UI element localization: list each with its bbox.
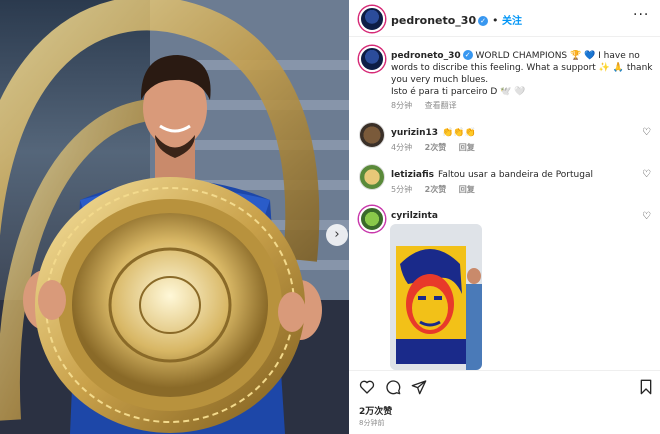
caption-username[interactable]: pedroneto_30 xyxy=(391,51,461,61)
reply-button[interactable]: 回复 xyxy=(459,185,475,194)
comment-username[interactable]: yurizin13 xyxy=(391,128,438,138)
post-caption: pedroneto_30 ✓ WORLD CHAMPIONS 🏆 💙 I have… xyxy=(391,50,653,98)
bookmark-icon[interactable] xyxy=(639,379,653,395)
verified-badge-icon: ✓ xyxy=(462,50,473,60)
comment-username[interactable]: cyrilzinta xyxy=(391,211,438,221)
comment-text: Faltou usar a bandeira de Portugal xyxy=(438,170,593,180)
post-username[interactable]: pedroneto_30 ✓ • 关注 xyxy=(391,12,522,27)
portrait-artwork xyxy=(390,224,482,370)
heart-icon[interactable]: ♡ xyxy=(642,169,651,180)
caption-line2: Isto é para ti parceiro D 🕊️ 🤍 xyxy=(391,87,526,97)
reply-button[interactable]: 回复 xyxy=(459,143,475,152)
comment-row: yurizin13 👏👏👏 xyxy=(391,128,476,138)
comment-icon[interactable] xyxy=(385,379,401,395)
post-timestamp: 8分钟前 xyxy=(359,419,385,427)
post-header: pedroneto_30 ✓ • 关注 ··· xyxy=(349,0,660,37)
comment-meta: 4分钟 2次赞 回复 xyxy=(391,143,475,152)
post-side-panel: pedroneto_30 ✓ • 关注 ··· pedroneto_30 ✓ WOR… xyxy=(349,0,660,434)
caption-avatar[interactable] xyxy=(359,46,385,72)
comment-row: letiziafis Faltou usar a bandeira de Port… xyxy=(391,170,593,180)
comment-avatar[interactable] xyxy=(359,122,385,148)
verified-badge-icon: ✓ xyxy=(478,16,489,26)
caption-meta: 8分钟 查看翻译 xyxy=(391,100,467,111)
post-image-illustration xyxy=(0,0,349,434)
comment-avatar[interactable] xyxy=(359,206,385,232)
comment-meta: 5分钟 2次赞 回复 xyxy=(391,185,475,194)
post-actions-bar: 2万次赞 8分钟前 xyxy=(349,370,660,434)
comment-avatar[interactable] xyxy=(359,164,385,190)
comment-username[interactable]: letiziafis xyxy=(391,170,434,180)
heart-icon[interactable] xyxy=(359,379,375,395)
caption-time: 8分钟 xyxy=(391,101,413,110)
avatar[interactable] xyxy=(359,6,385,32)
follow-button[interactable]: 关注 xyxy=(502,16,522,27)
heart-icon[interactable]: ♡ xyxy=(642,127,651,138)
more-options-icon[interactable]: ··· xyxy=(633,7,649,23)
likes-count[interactable]: 2万次赞 xyxy=(359,404,392,417)
share-icon[interactable] xyxy=(411,379,427,395)
see-translation-link[interactable]: 查看翻译 xyxy=(425,101,457,110)
post-photo[interactable]: › xyxy=(0,0,349,434)
heart-icon[interactable]: ♡ xyxy=(642,211,651,222)
next-arrow-icon[interactable]: › xyxy=(326,224,348,246)
comment-row: cyrilzinta xyxy=(391,211,442,221)
comment-text: 👏👏👏 xyxy=(442,128,476,138)
comment-image[interactable] xyxy=(390,224,482,370)
